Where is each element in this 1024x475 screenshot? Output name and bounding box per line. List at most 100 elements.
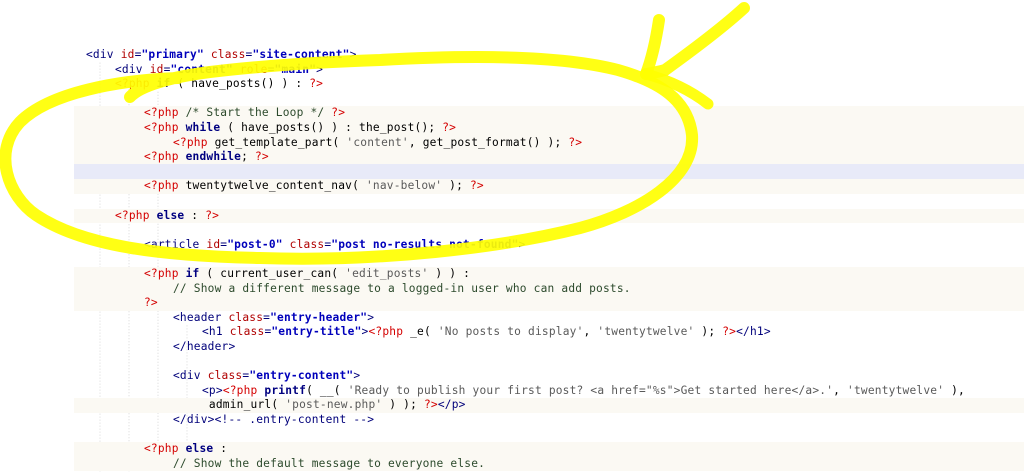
token-cm: // Show the default message to everyone … <box>173 456 486 470</box>
code-text: <article id="post-0" class="post no-resu… <box>144 238 525 253</box>
token-tag: = <box>267 62 275 76</box>
code-line[interactable]: admin_url( 'post-new.php' ) ); ?></p> <box>0 398 1024 413</box>
token-php: ?> <box>254 150 269 164</box>
code-line[interactable]: <?php if ( have_posts() ) : ?> <box>0 77 1024 92</box>
token-tag <box>283 238 290 251</box>
token-php: ?> <box>144 296 158 310</box>
code-line[interactable]: <div id="content" role="main"> <box>0 63 1024 78</box>
code-line[interactable]: // Show the default message to everyone … <box>0 456 1024 472</box>
token-kw: if <box>149 77 171 91</box>
code-line[interactable]: <header class="entry-header"> <box>0 311 1024 326</box>
code-text: <?php while ( have_posts() ) : the_post(… <box>144 121 456 136</box>
code-text: </header> <box>173 340 235 355</box>
token-php: ?> <box>442 121 457 134</box>
token-php: <?php <box>144 106 179 120</box>
code-line[interactable]: <div id="primary" class="site-content"> <box>0 48 1024 63</box>
code-text: <?php get_template_part( 'content', get_… <box>173 136 582 151</box>
token-php: <?php <box>144 442 179 456</box>
code-line[interactable]: ?> <box>0 296 1024 311</box>
token-attr: class <box>210 48 246 61</box>
code-line[interactable] <box>0 92 1024 107</box>
token-php: <?php <box>115 208 150 222</box>
token-str: "entry-content" <box>249 369 354 383</box>
token-str: "post no-results not-found" <box>331 237 519 251</box>
token-sq: 'Ready to publish your first post? <a hr… <box>347 383 834 397</box>
code-line-current[interactable] <box>0 163 1024 180</box>
token-php: <?php <box>115 77 150 91</box>
token-php: ?> <box>331 106 346 120</box>
code-line[interactable] <box>0 428 1024 443</box>
code-line[interactable] <box>0 252 1024 267</box>
token-str: "primary" <box>141 48 204 61</box>
token-sq: 'nav-below' <box>365 179 443 193</box>
token-tag: > <box>367 310 375 324</box>
code-line[interactable]: <?php twentytwelve_content_nav( 'nav-bel… <box>0 179 1024 194</box>
token-str: "entry-title" <box>271 325 362 339</box>
code-line[interactable]: <?php /* Start the Loop */ ?> <box>0 106 1024 121</box>
token-php: ?> <box>423 398 438 412</box>
token-attr: class <box>228 310 264 324</box>
code-text: <header class="entry-header"> <box>173 311 374 326</box>
token-txt: ( have_posts() ) : the_post(); <box>220 121 443 134</box>
code-text: // Show the default message to everyone … <box>173 457 485 472</box>
token-tag: > <box>518 237 526 251</box>
code-text: <p><?php printf( __( 'Ready to publish y… <box>202 384 965 399</box>
token-tag: <!-- .entry-content --> <box>214 413 375 426</box>
token-tag: <article <box>144 237 207 251</box>
token-sq: 'twentytwelve' <box>847 383 945 397</box>
code-line[interactable]: <h1 class="entry-title"><?php _e( 'No po… <box>0 325 1024 340</box>
token-txt: : <box>184 208 206 222</box>
code-text: <?php if ( have_posts() ) : ?> <box>115 77 323 92</box>
code-text: <?php /* Start the Loop */ ?> <box>144 106 345 121</box>
code-editor[interactable]: <div id="primary" class="site-content"> <… <box>0 0 1024 475</box>
code-line[interactable]: <?php if ( current_user_can( 'edit_posts… <box>0 267 1024 282</box>
token-txt: ) ); <box>382 398 424 412</box>
token-attr: id <box>120 48 135 61</box>
token-php: <?php <box>144 267 179 280</box>
token-txt: ( have_posts() ) : <box>170 77 310 91</box>
code-line[interactable]: <div class="entry-content"> <box>0 369 1024 384</box>
code-text: </div><!-- .entry-content --> <box>173 413 374 428</box>
token-php: ?> <box>205 208 220 222</box>
code-text: <div class="entry-content"> <box>173 369 360 384</box>
code-line[interactable] <box>0 355 1024 370</box>
token-php: ?> <box>722 325 737 339</box>
token-cm: /* Start the Loop */ <box>178 106 332 120</box>
code-line[interactable]: <p><?php printf( __( 'Ready to publish y… <box>0 384 1024 399</box>
code-line[interactable]: // Show a different message to a logged-… <box>0 281 1024 297</box>
code-line[interactable]: <?php endwhile; ?> <box>0 150 1024 165</box>
code-line[interactable]: <?php while ( have_posts() ) : the_post(… <box>0 121 1024 136</box>
token-sq: 'edit_posts' <box>345 267 429 280</box>
code-text: // Show a different message to a logged-… <box>173 282 631 297</box>
code-text: <h1 class="entry-title"><?php _e( 'No po… <box>202 325 771 340</box>
token-attr: id <box>149 62 164 76</box>
code-line[interactable]: <?php else : <box>0 442 1024 457</box>
code-line[interactable]: <?php get_template_part( 'content', get_… <box>0 135 1024 151</box>
token-kw: printf <box>257 383 307 397</box>
token-sq: 'twentytwelve' <box>597 325 695 339</box>
code-text: <?php twentytwelve_content_nav( 'nav-bel… <box>144 179 484 194</box>
code-line[interactable]: <?php else : ?> <box>0 208 1024 224</box>
token-tag: <h1 <box>202 325 230 339</box>
token-txt: ( __( <box>306 383 348 397</box>
code-text: <?php endwhile; ?> <box>144 150 269 165</box>
token-tag: </div> <box>173 413 215 426</box>
screenshot-canvas: <div id="primary" class="site-content"> <… <box>0 0 1024 475</box>
code-line[interactable] <box>0 194 1024 209</box>
token-php: <?php <box>144 179 179 193</box>
code-line[interactable]: </div><!-- .entry-content --> <box>0 413 1024 428</box>
token-txt: : <box>213 442 228 456</box>
code-text: ?> <box>144 296 158 311</box>
token-str: "content" <box>170 62 233 76</box>
token-attr: role <box>239 62 268 76</box>
code-line[interactable]: <article id="post-0" class="post no-resu… <box>0 238 1024 253</box>
token-str: "entry-header" <box>270 310 368 324</box>
token-txt: ; <box>241 150 255 164</box>
token-txt: , <box>833 383 848 397</box>
token-php: <?php <box>368 325 404 339</box>
code-line[interactable]: </header> <box>0 340 1024 355</box>
token-tag: > <box>353 369 361 383</box>
token-php: <?php <box>144 121 179 134</box>
token-attr: id <box>206 237 221 251</box>
code-line[interactable] <box>0 223 1024 238</box>
